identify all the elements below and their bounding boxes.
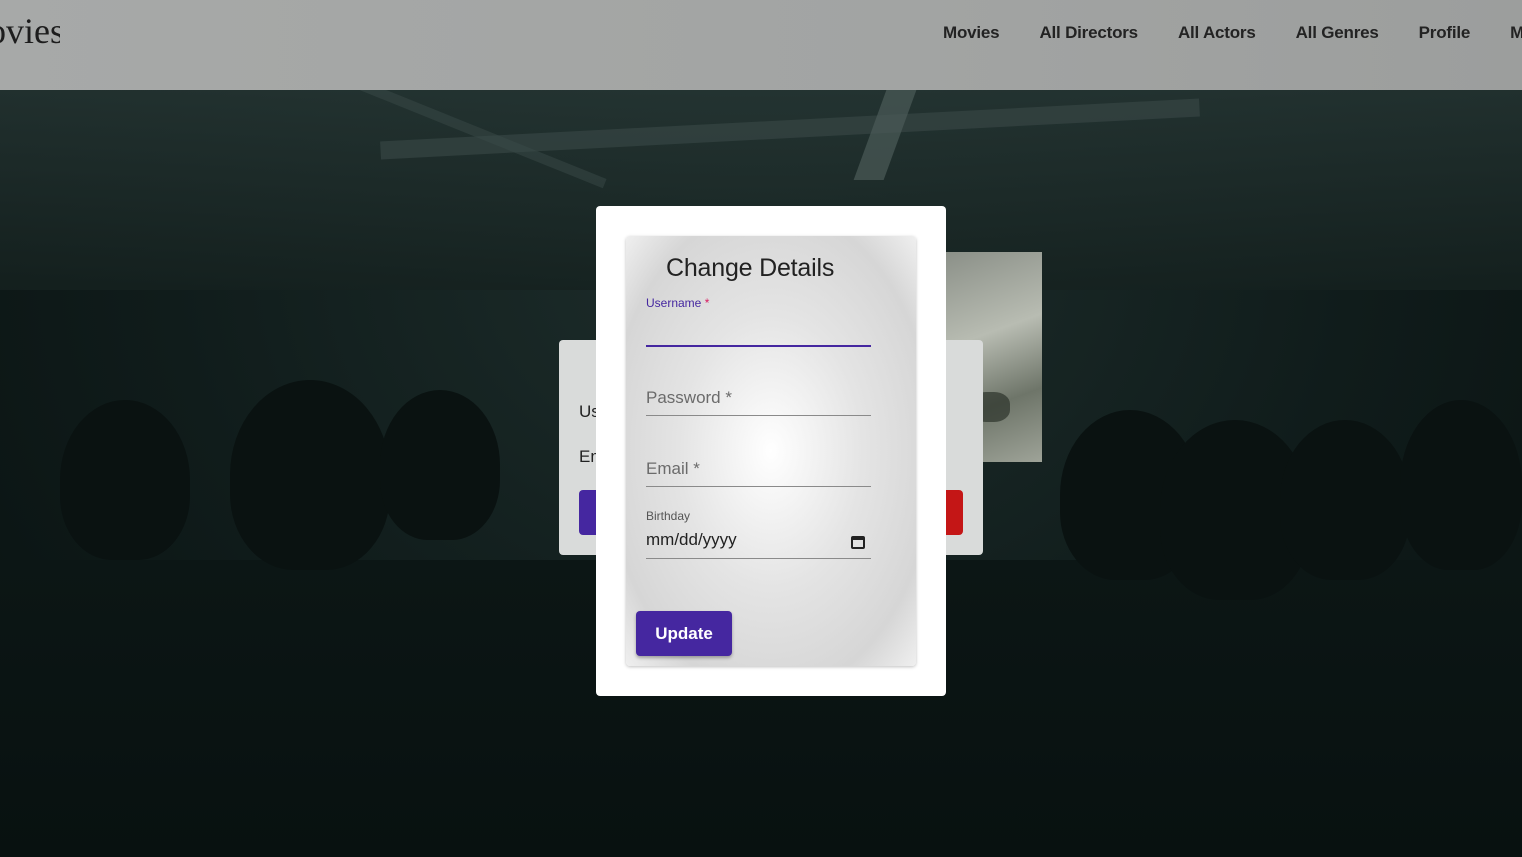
birthday-label: Birthday	[646, 509, 691, 523]
nav-movies[interactable]: Movies	[943, 22, 1000, 44]
username-underline	[646, 345, 871, 347]
email-field[interactable]: Email *	[646, 455, 871, 487]
update-button[interactable]: Update	[636, 611, 732, 656]
birthday-underline	[646, 558, 871, 559]
password-field[interactable]: Password *	[646, 384, 871, 416]
nav-profile[interactable]: Profile	[1419, 22, 1471, 44]
nav-all-actors[interactable]: All Actors	[1178, 22, 1256, 44]
nav-all-directors[interactable]: All Directors	[1039, 22, 1138, 44]
nav-links: Movies All Directors All Actors All Genr…	[943, 22, 1522, 44]
username-field[interactable]: Username *	[646, 296, 871, 347]
username-label: Username *	[646, 296, 710, 310]
modal-title: Change Details	[666, 254, 835, 282]
nav-all-genres[interactable]: All Genres	[1296, 22, 1379, 44]
password-placeholder: Password *	[646, 388, 732, 407]
navbar: Movies Movies All Directors All Actors A…	[0, 0, 1522, 90]
email-underline	[646, 486, 871, 487]
birthday-value[interactable]: mm/dd/yyyy	[646, 530, 737, 550]
change-details-modal: Change Details Username * Password * Ema…	[596, 206, 946, 696]
change-details-card: Change Details Username * Password * Ema…	[626, 236, 916, 666]
nav-container: Movies All Directors All Actors All Genr…	[0, 0, 1522, 90]
birthday-field[interactable]: Birthday mm/dd/yyyy	[646, 509, 871, 559]
required-mark: *	[704, 296, 710, 310]
email-placeholder: Email *	[646, 459, 700, 478]
calendar-icon[interactable]	[851, 536, 865, 549]
password-underline	[646, 415, 871, 416]
nav-my-movies[interactable]: My	[1510, 22, 1522, 44]
